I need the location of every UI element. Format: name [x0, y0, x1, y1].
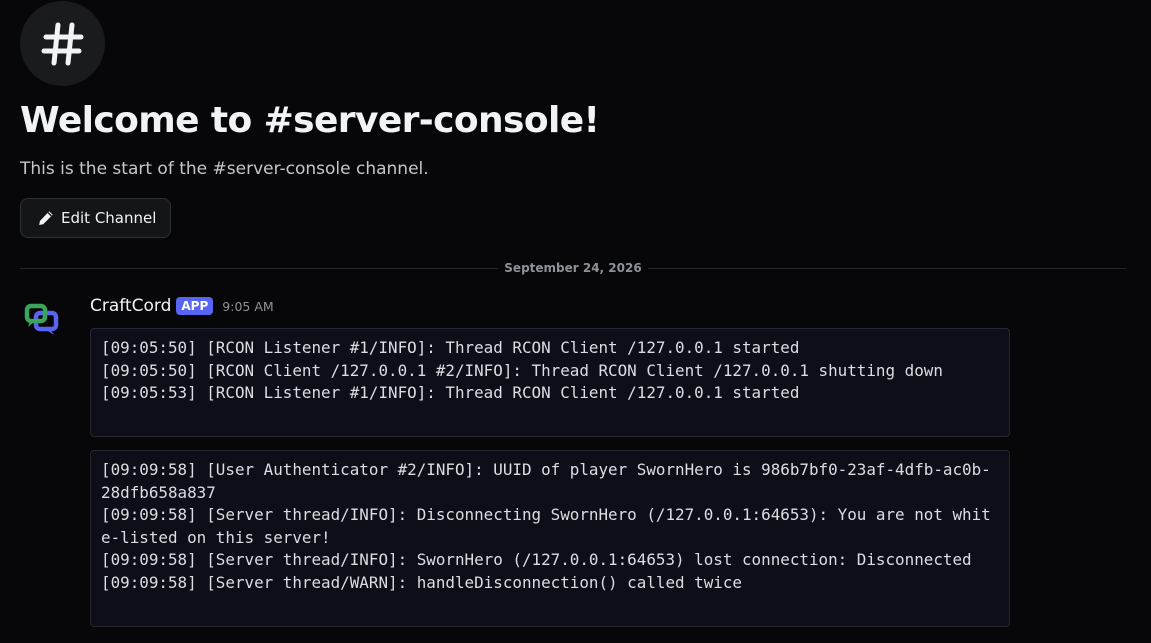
message-timestamp[interactable]: 9:05 AM: [222, 299, 273, 314]
divider-date: September 24, 2026: [498, 260, 648, 276]
code-block: [09:09:58] [User Authenticator #2/INFO]:…: [90, 450, 1010, 627]
welcome-subtitle: This is the start of the #server-console…: [20, 159, 429, 179]
log-line: [09:09:58] [User Authenticator #2/INFO]:…: [101, 460, 991, 502]
log-line: [09:09:58] [Server thread/INFO]: Disconn…: [101, 505, 991, 547]
log-line: [09:09:58] [Server thread/WARN]: handleD…: [101, 572, 742, 592]
hashtag-icon: [20, 1, 105, 86]
log-line: [09:05:50] [RCON Client /127.0.0.1 #2/IN…: [101, 360, 943, 380]
edit-channel-button[interactable]: Edit Channel: [20, 198, 171, 238]
code-block: [09:05:50] [RCON Listener #1/INFO]: Thre…: [90, 328, 1010, 437]
welcome-title: Welcome to #server-console!: [20, 100, 600, 141]
app-badge: APP: [176, 297, 214, 315]
channel-view: Welcome to #server-console! This is the …: [0, 0, 1151, 643]
log-line: [09:09:58] [Server thread/INFO]: SwornHe…: [101, 550, 972, 569]
edit-channel-label: Edit Channel: [61, 209, 157, 227]
craftcord-logo-icon[interactable]: [20, 298, 66, 344]
log-line: [09:05:53] [RCON Listener #1/INFO]: Thre…: [101, 383, 800, 402]
pencil-icon: [37, 209, 55, 227]
message-author[interactable]: CraftCord: [90, 296, 171, 316]
message-header: CraftCord APP 9:05 AM: [90, 294, 274, 318]
log-line: [09:05:50] [RCON Listener #1/INFO]: Thre…: [101, 338, 800, 357]
